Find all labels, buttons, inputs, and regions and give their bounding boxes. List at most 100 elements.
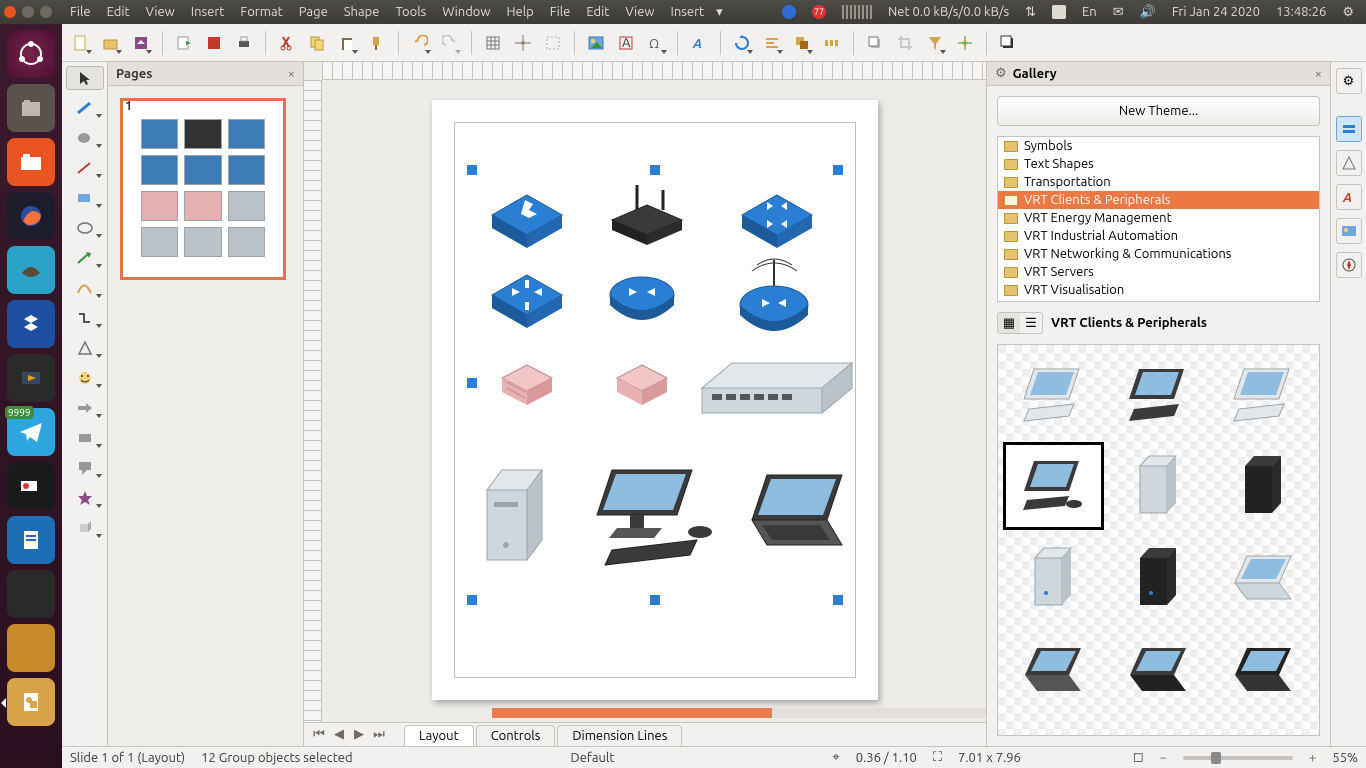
gallery-item[interactable] [1214, 351, 1313, 437]
deck-gallery[interactable] [1336, 218, 1362, 244]
gallery-item[interactable] [1214, 443, 1313, 529]
menu-shape[interactable]: Shape [336, 0, 388, 24]
launcher-files[interactable] [7, 84, 55, 132]
gallery-item[interactable] [1004, 719, 1103, 736]
gallery-thumbnails[interactable] [997, 344, 1320, 736]
zoom-in-button[interactable]: + [1309, 751, 1316, 765]
minimize-icon[interactable] [22, 6, 34, 18]
launcher-gimp[interactable] [7, 246, 55, 294]
flowchart-tool[interactable] [66, 426, 104, 450]
fill-color-tool[interactable] [66, 126, 104, 150]
theme-item[interactable]: VRT Servers [998, 263, 1319, 281]
theme-item[interactable]: VRT Energy Management [998, 209, 1319, 227]
gallery-item[interactable] [1109, 535, 1208, 621]
zoom-percent[interactable]: 55% [1332, 751, 1358, 765]
gallery-close[interactable]: × [1315, 67, 1322, 81]
theme-item[interactable]: Symbols [998, 137, 1319, 155]
line-color-tool[interactable] [66, 96, 104, 120]
save-button[interactable] [128, 30, 154, 56]
print-button[interactable] [231, 30, 257, 56]
zoom-slider[interactable] [1183, 756, 1293, 760]
icon-view-list[interactable]: ☰ [1020, 313, 1042, 333]
status-master[interactable]: Default [571, 751, 615, 765]
menu-edit-2[interactable]: Edit [578, 0, 617, 24]
launcher-misc1[interactable] [7, 570, 55, 618]
indicator-netgraph[interactable] [834, 5, 880, 19]
volume-icon[interactable]: 🔊 [1132, 5, 1164, 20]
indicator-app[interactable] [774, 5, 804, 19]
gallery-item[interactable] [1214, 535, 1313, 621]
callout-tool[interactable] [66, 456, 104, 480]
arrange-button[interactable] [789, 30, 815, 56]
selection-handle[interactable] [467, 595, 477, 605]
export-pdf-button[interactable] [201, 30, 227, 56]
deck-shapes[interactable] [1336, 150, 1362, 176]
deck-navigator[interactable] [1336, 252, 1362, 278]
net-updown-icon[interactable]: ⇅ [1017, 5, 1044, 20]
rotate-button[interactable] [729, 30, 755, 56]
distribute-button[interactable] [819, 30, 845, 56]
nav-prev[interactable]: ◀ [330, 723, 348, 746]
launcher-misc2[interactable] [7, 624, 55, 672]
3d-tool[interactable] [66, 516, 104, 540]
filter-button[interactable] [922, 30, 948, 56]
tab-layout[interactable]: Layout [404, 725, 474, 746]
menu-edit[interactable]: Edit [99, 0, 138, 24]
zoom-out-button[interactable]: − [1160, 751, 1167, 765]
selection-handle[interactable] [833, 595, 843, 605]
tab-dimension[interactable]: Dimension Lines [557, 725, 682, 746]
theme-item[interactable]: Text Shapes [998, 155, 1319, 173]
gallery-item[interactable] [1109, 627, 1208, 713]
launcher-writer[interactable] [7, 516, 55, 564]
shape-switch[interactable] [487, 190, 567, 250]
star-tool[interactable] [66, 486, 104, 510]
icon-view-grid[interactable]: ▦ [998, 313, 1020, 333]
horizontal-ruler[interactable] [322, 62, 986, 80]
pages-panel-close[interactable]: × [288, 67, 295, 81]
power-icon[interactable]: ⚙ [1334, 5, 1362, 20]
gallery-view-mode[interactable]: ▦☰ [997, 312, 1043, 334]
tab-controls[interactable]: Controls [476, 725, 556, 746]
mail-icon[interactable]: ✉ [1105, 5, 1132, 20]
fontwork-button[interactable]: A [686, 30, 712, 56]
launcher-telegram[interactable]: 9999 [7, 408, 55, 456]
new-doc-button[interactable] [68, 30, 94, 56]
nav-next[interactable]: ▶ [350, 723, 368, 746]
clock-date[interactable]: Fri Jan 24 2020 [1164, 5, 1268, 19]
h-scrollbar[interactable] [492, 708, 986, 718]
gallery-item[interactable] [1109, 719, 1208, 736]
shape-tower-pc[interactable] [472, 460, 562, 570]
insert-textbox-button[interactable]: A [613, 30, 639, 56]
gallery-item[interactable] [1109, 443, 1208, 529]
align-button[interactable] [759, 30, 785, 56]
shadow-button[interactable] [862, 30, 888, 56]
zoom-slider-knob[interactable] [1211, 752, 1221, 764]
selection-handle[interactable] [833, 165, 843, 175]
shape-wireless-router[interactable] [732, 255, 817, 335]
gallery-item[interactable] [1004, 351, 1103, 437]
selection-handle[interactable] [467, 165, 477, 175]
menu-dropdown-indicator[interactable]: ▾ [716, 5, 723, 20]
gallery-item[interactable] [1214, 627, 1313, 713]
selection-handle[interactable] [467, 378, 477, 388]
select-tool[interactable] [66, 66, 104, 90]
drawing-canvas[interactable] [322, 80, 986, 722]
snap-button[interactable] [510, 30, 536, 56]
grid-button[interactable] [480, 30, 506, 56]
menu-page[interactable]: Page [291, 0, 336, 24]
curve-tool[interactable] [66, 276, 104, 300]
deck-properties[interactable] [1336, 116, 1362, 142]
ellipse-tool[interactable] [66, 216, 104, 240]
launcher-folder[interactable] [7, 138, 55, 186]
redo-button[interactable] [437, 30, 463, 56]
basic-shapes-tool[interactable] [66, 336, 104, 360]
shape-rack-switch[interactable] [692, 358, 862, 438]
extrusion-button[interactable] [995, 30, 1021, 56]
crop-button[interactable] [892, 30, 918, 56]
shape-firewall1[interactable] [497, 360, 557, 410]
new-theme-button[interactable]: New Theme... [997, 96, 1320, 126]
theme-item[interactable]: VRT Networking & Communications [998, 245, 1319, 263]
selection-handle[interactable] [650, 165, 660, 175]
selection-handle[interactable] [650, 595, 660, 605]
sidebar-settings-icon[interactable]: ⚙ [995, 66, 1007, 81]
